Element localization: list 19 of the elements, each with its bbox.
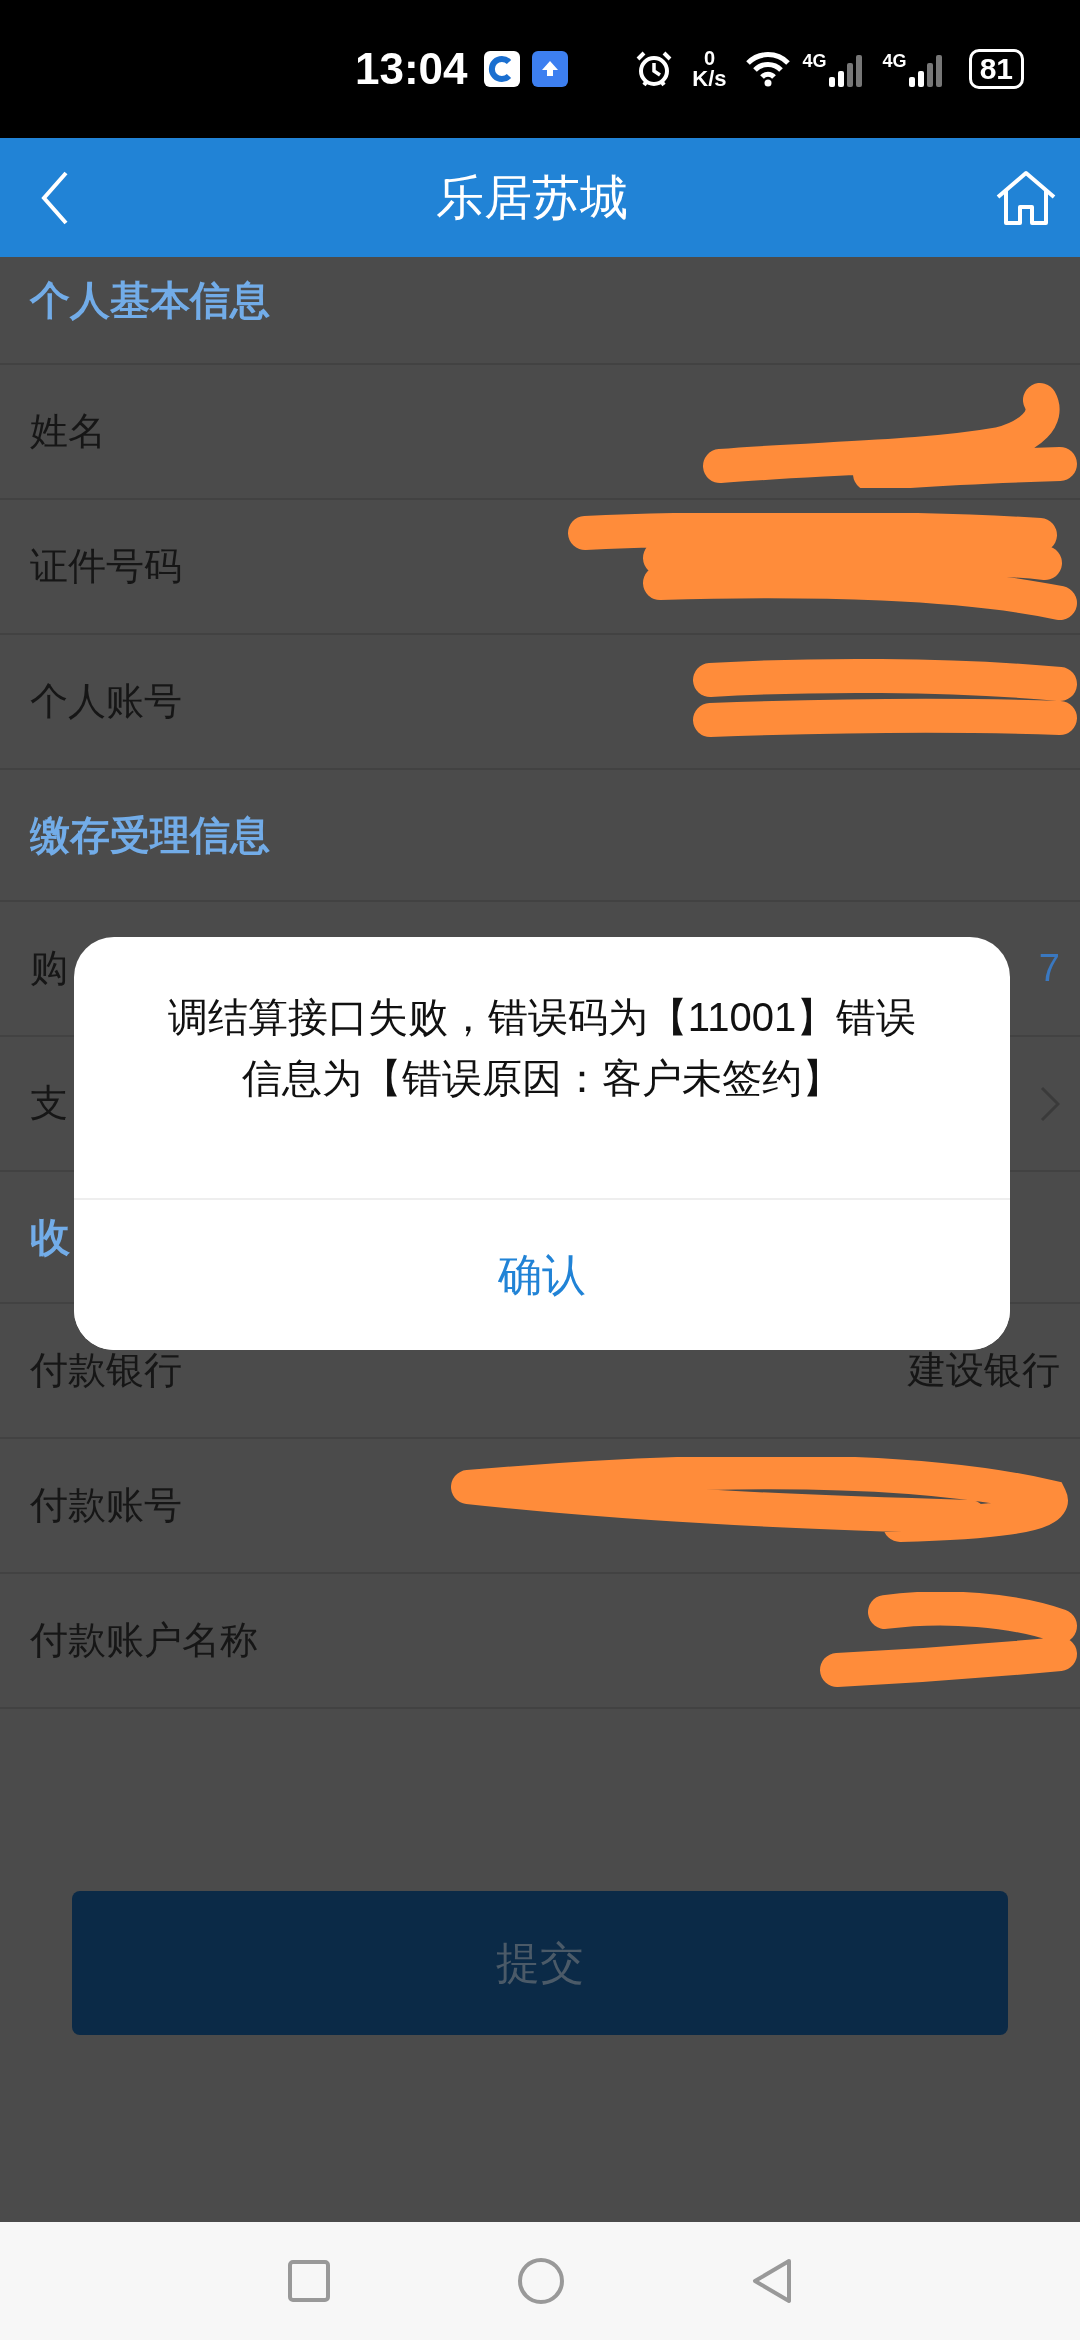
notification-app-icon: [483, 51, 520, 87]
network-speed-value: 0: [703, 48, 716, 68]
home-button[interactable]: [994, 168, 1058, 227]
field-value: 7: [1038, 947, 1060, 990]
clock-time: 13:04: [355, 44, 468, 94]
network-type-label: 4G: [882, 51, 907, 72]
network-speed-unit: K/s: [692, 68, 727, 90]
wifi-icon: [744, 51, 791, 87]
back-button[interactable]: [40, 169, 70, 226]
back-nav-button[interactable]: [751, 2257, 793, 2305]
recents-button[interactable]: [287, 2259, 331, 2303]
battery-indicator: 81: [968, 49, 1024, 89]
upload-app-icon: [531, 51, 568, 87]
section-title: 收: [30, 1213, 70, 1261]
network-type-label: 4G: [802, 51, 827, 72]
section-title: 个人基本信息: [30, 277, 270, 324]
section-title: 缴存受理信息: [30, 811, 270, 859]
home-nav-button[interactable]: [517, 2257, 565, 2305]
page-title: 乐居苏城: [436, 169, 628, 226]
